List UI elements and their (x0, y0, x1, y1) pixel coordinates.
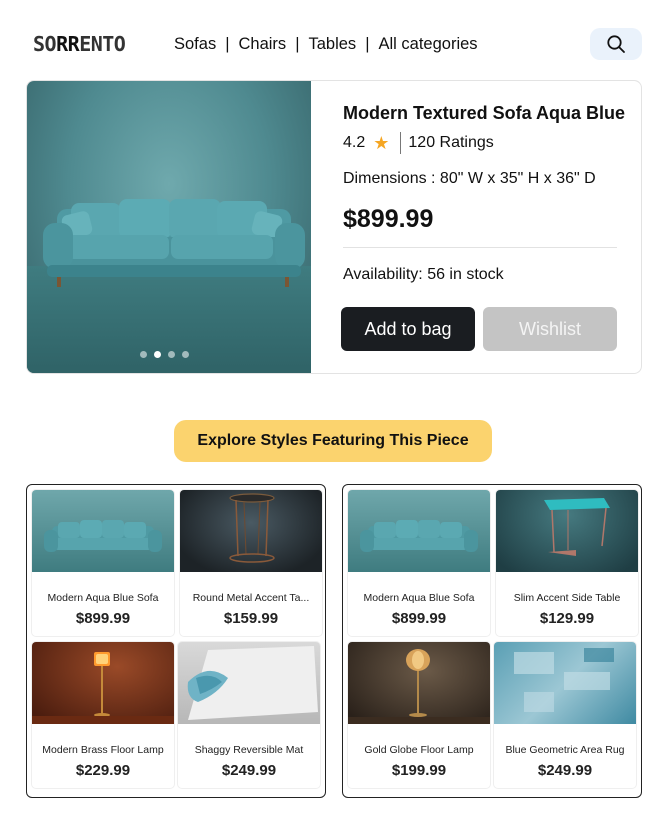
globe-lamp-image (348, 642, 490, 724)
product-tile[interactable]: Blue Geometric Area Rug $249.99 (494, 642, 636, 788)
product-price: $199.99 (391, 762, 447, 779)
product-price: $249.99 (537, 762, 593, 779)
product-price: $249.99 (221, 762, 277, 779)
rating-divider (400, 132, 402, 154)
sofa-image (32, 490, 174, 572)
add-to-bag-button[interactable]: Add to bag (341, 307, 475, 351)
product-dimensions: Dimensions : 80" W x 35" H x 36" D (343, 170, 596, 187)
product-card: Modern Textured Sofa Aqua Blue 4.2 ★ 120… (26, 80, 642, 374)
product-name: Modern Aqua Blue Sofa (363, 592, 475, 604)
sofa-illustration (43, 199, 305, 287)
product-price: $899.99 (391, 610, 447, 627)
explore-styles-button[interactable]: Explore Styles Featuring This Piece (174, 420, 492, 462)
product-name: Gold Globe Floor Lamp (364, 744, 474, 756)
nav-tables[interactable]: Tables (308, 35, 356, 54)
product-name: Modern Aqua Blue Sofa (47, 592, 159, 604)
lamp-image (32, 642, 174, 724)
search-icon (607, 35, 625, 53)
carousel-dot[interactable] (168, 351, 175, 358)
product-tile[interactable]: Gold Globe Floor Lamp $199.99 (348, 642, 490, 788)
product-name: Shaggy Reversible Mat (194, 744, 304, 756)
product-price: $129.99 (539, 610, 595, 627)
product-tile[interactable]: Round Metal Accent Ta... $159.99 (180, 490, 322, 636)
sofa-image (348, 490, 490, 572)
side-table-image (496, 490, 638, 572)
wishlist-button[interactable]: Wishlist (483, 307, 617, 351)
search-button[interactable] (590, 28, 642, 60)
nav-all-categories[interactable]: All categories (378, 35, 477, 54)
carousel-dots (140, 351, 189, 358)
product-tile[interactable]: Slim Accent Side Table $129.99 (496, 490, 638, 636)
product-image[interactable] (27, 81, 311, 373)
rating-row: 4.2 ★ 120 Ratings (343, 132, 494, 154)
nav-separator: | (295, 35, 300, 53)
mat-image (178, 642, 320, 724)
product-price: $229.99 (75, 762, 131, 779)
nav-separator: | (365, 35, 370, 53)
logo[interactable]: SORRENTO (33, 32, 126, 56)
carousel-dot-active[interactable] (154, 351, 161, 358)
area-rug-image (494, 642, 636, 724)
product-tile[interactable]: Modern Brass Floor Lamp $229.99 (32, 642, 174, 788)
product-tile[interactable]: Shaggy Reversible Mat $249.99 (178, 642, 320, 788)
product-name: Slim Accent Side Table (513, 592, 621, 604)
star-icon: ★ (373, 132, 390, 153)
carousel-dot[interactable] (140, 351, 147, 358)
style-group-1: Modern Aqua Blue Sofa $899.99 Round Meta… (26, 484, 326, 798)
main-nav: Sofas | Chairs | Tables | All categories (174, 35, 478, 54)
product-name: Blue Geometric Area Rug (505, 744, 625, 756)
ratings-count[interactable]: 120 Ratings (408, 134, 493, 152)
product-price: $899.99 (75, 610, 131, 627)
table-image (180, 490, 322, 572)
carousel-dot[interactable] (182, 351, 189, 358)
nav-sofas[interactable]: Sofas (174, 35, 216, 54)
product-price: $159.99 (223, 610, 279, 627)
product-tile[interactable]: Modern Aqua Blue Sofa $899.99 (348, 490, 490, 636)
nav-chairs[interactable]: Chairs (239, 35, 287, 54)
product-name: Round Metal Accent Ta... (192, 592, 310, 604)
product-tile[interactable]: Modern Aqua Blue Sofa $899.99 (32, 490, 174, 636)
divider (343, 247, 617, 248)
product-name: Modern Brass Floor Lamp (42, 744, 164, 756)
rating-value: 4.2 (343, 134, 366, 151)
style-group-2: Modern Aqua Blue Sofa $899.99 Slim Accen… (342, 484, 642, 798)
availability: Availability: 56 in stock (343, 266, 504, 283)
product-price: $899.99 (343, 205, 434, 233)
product-info: Modern Textured Sofa Aqua Blue 4.2 ★ 120… (341, 81, 633, 373)
header: SORRENTO Sofas | Chairs | Tables | All c… (0, 0, 666, 80)
product-title: Modern Textured Sofa Aqua Blue (343, 103, 626, 123)
nav-separator: | (225, 35, 230, 53)
